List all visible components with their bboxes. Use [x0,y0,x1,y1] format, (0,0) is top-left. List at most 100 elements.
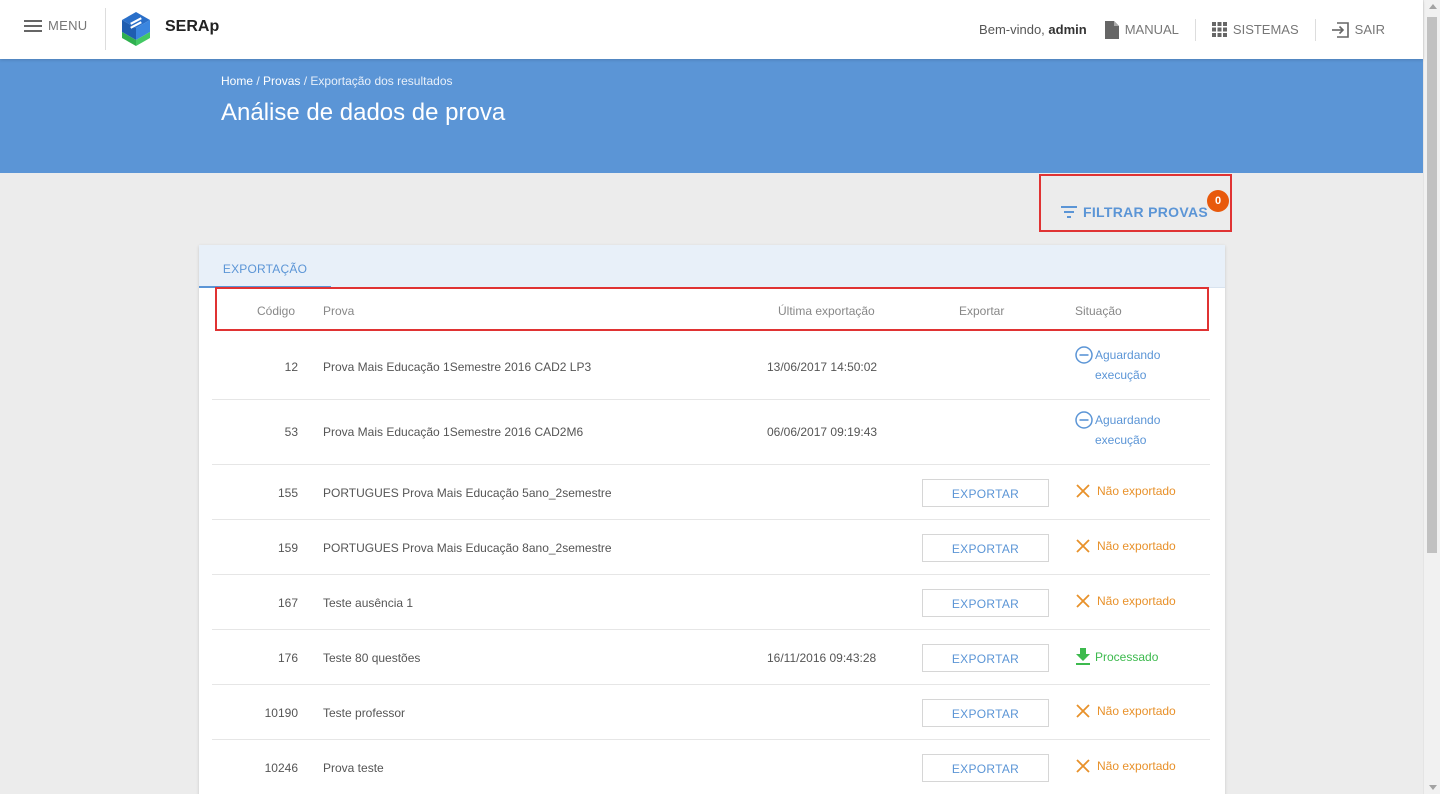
column-prova: Prova [323,304,355,318]
status-text: Aguardando execução [1095,348,1161,382]
cell-codigo: 167 [277,596,298,610]
status-text: Processado [1095,649,1159,664]
scroll-thumb[interactable] [1427,17,1437,553]
status-text: Não exportado [1097,759,1176,773]
status-aguardando: Aguardando execução [1075,345,1185,385]
apps-grid-icon [1211,22,1227,37]
brand-name: SERAp [165,18,220,35]
exportar-button[interactable]: EXPORTAR [922,754,1049,782]
table-row: 10190 Teste professor EXPORTAR Não exportad… [212,685,1210,740]
close-icon [1076,759,1090,773]
exit-icon [1331,21,1349,38]
status-text: Aguardando execução [1095,413,1161,447]
table-body: 12 Prova Mais Educação 1Semestre 2016 CAD… [212,335,1210,794]
close-icon [1076,704,1090,718]
filter-label: FILTRAR PROVAS [1083,204,1209,220]
breadcrumb-home[interactable]: Home [221,74,253,88]
breadcrumb-separator: / [253,74,264,88]
download-icon[interactable] [1075,648,1091,665]
breadcrumb-separator: / [300,74,311,88]
breadcrumb-provas[interactable]: Provas [263,74,300,88]
sistemas-link[interactable]: SISTEMAS [1194,18,1315,41]
table-row: 10246 Prova teste EXPORTAR Não exportado [212,740,1210,794]
table-row: 167 Teste ausência 1 EXPORTAR Não exportado [212,575,1210,630]
divider [105,8,106,50]
manual-link[interactable]: MANUAL [1104,19,1195,41]
close-icon [1076,539,1090,553]
cell-codigo: 10246 [264,761,298,775]
menu-button[interactable]: MENU [24,18,87,33]
sistemas-label: SISTEMAS [1232,22,1299,37]
cell-codigo: 176 [277,651,298,665]
table-row: 12 Prova Mais Educação 1Semestre 2016 CAD… [212,335,1210,400]
minus-circle-icon [1075,411,1093,429]
cell-prova: PORTUGUES Prova Mais Educação 5ano_2seme… [323,486,612,500]
manual-label: MANUAL [1124,22,1179,37]
table-header: Código Prova Última exportação Exportar … [215,287,1209,331]
status-nao-exportado: Não exportado [1075,703,1176,719]
cell-prova: Teste 80 questões [323,651,421,665]
cell-codigo: 12 [284,360,298,374]
top-bar: MENU SERAp Bem-vindo, admin MANUAL SISTE… [0,0,1423,59]
document-icon [1104,20,1119,39]
exportar-button[interactable]: EXPORTAR [922,479,1049,507]
filter-count-badge: 0 [1207,190,1229,212]
welcome-prefix: Bem-vindo, [979,22,1049,37]
exportar-button[interactable]: EXPORTAR [922,644,1049,672]
sair-link[interactable]: SAIR [1314,18,1401,41]
status-text: Não exportado [1097,539,1176,553]
cell-codigo: 159 [277,541,298,555]
cell-prova: Prova Mais Educação 1Semestre 2016 CAD2M… [323,425,584,439]
table-row: 53 Prova Mais Educação 1Semestre 2016 CAD… [212,400,1210,465]
close-icon [1076,484,1090,498]
status-text: Não exportado [1097,704,1176,718]
status-nao-exportado: Não exportado [1075,538,1176,554]
cell-codigo: 155 [277,486,298,500]
cell-codigo: 10190 [264,706,298,720]
column-ultima-exportacao: Última exportação [778,304,875,318]
cell-codigo: 53 [284,425,298,439]
exportar-button[interactable]: EXPORTAR [922,699,1049,727]
tab-exportacao[interactable]: EXPORTAÇÃO [199,245,331,288]
column-codigo: Código [257,304,296,318]
sair-label: SAIR [1354,22,1385,37]
scroll-down-icon[interactable] [1429,785,1437,790]
menu-label: MENU [48,18,88,33]
cell-prova: PORTUGUES Prova Mais Educação 8ano_2seme… [323,541,612,555]
tab-bar: EXPORTAÇÃO [199,245,1225,288]
cell-prova: Prova Mais Educação 1Semestre 2016 CAD2 … [323,360,592,374]
table-row: 176 Teste 80 questões 16/11/2016 09:43:28 E… [212,630,1210,685]
status-processado: Processado [1075,648,1158,665]
top-right-nav: Bem-vindo, admin MANUAL SISTEMAS SAIR [979,0,1401,59]
exportar-button[interactable]: EXPORTAR [922,534,1049,562]
page-scrollbar[interactable] [1423,0,1440,794]
status-aguardando: Aguardando execução [1075,410,1185,450]
cell-ultima-exportacao: 13/06/2017 14:50:02 [767,360,878,374]
status-text: Não exportado [1097,484,1176,498]
filter-provas-button[interactable]: FILTRAR PROVAS [1061,204,1208,220]
column-exportar: Exportar [959,304,1005,318]
exportacao-card: EXPORTAÇÃO Código Prova Última exportaçã… [199,245,1225,794]
breadcrumb: Home / Provas / Exportação dos resultado… [221,74,453,88]
serap-logo-icon[interactable] [118,10,154,48]
table-row: 155 PORTUGUES Prova Mais Educação 5ano_2s… [212,465,1210,520]
minus-circle-icon [1075,346,1093,364]
status-text: Não exportado [1097,594,1176,608]
welcome-text: Bem-vindo, admin [979,22,1087,37]
page-title: Análise de dados de prova [221,99,506,126]
cell-prova: Teste professor [323,706,406,720]
column-situacao: Situação [1075,304,1122,318]
filter-icon [1061,206,1077,218]
cell-prova: Prova teste [323,761,384,775]
breadcrumb-current: Exportação dos resultados [310,74,453,88]
status-nao-exportado: Não exportado [1075,483,1176,499]
close-icon [1076,594,1090,608]
scroll-up-icon[interactable] [1429,4,1437,9]
page-header-banner: Home / Provas / Exportação dos resultado… [0,59,1423,173]
cell-ultima-exportacao: 06/06/2017 09:19:43 [767,425,878,439]
table-row: 159 PORTUGUES Prova Mais Educação 8ano_2s… [212,520,1210,575]
status-nao-exportado: Não exportado [1075,593,1176,609]
filter-highlight: FILTRAR PROVAS 0 [1039,174,1232,232]
cell-ultima-exportacao: 16/11/2016 09:43:28 [767,651,877,665]
exportar-button[interactable]: EXPORTAR [922,589,1049,617]
